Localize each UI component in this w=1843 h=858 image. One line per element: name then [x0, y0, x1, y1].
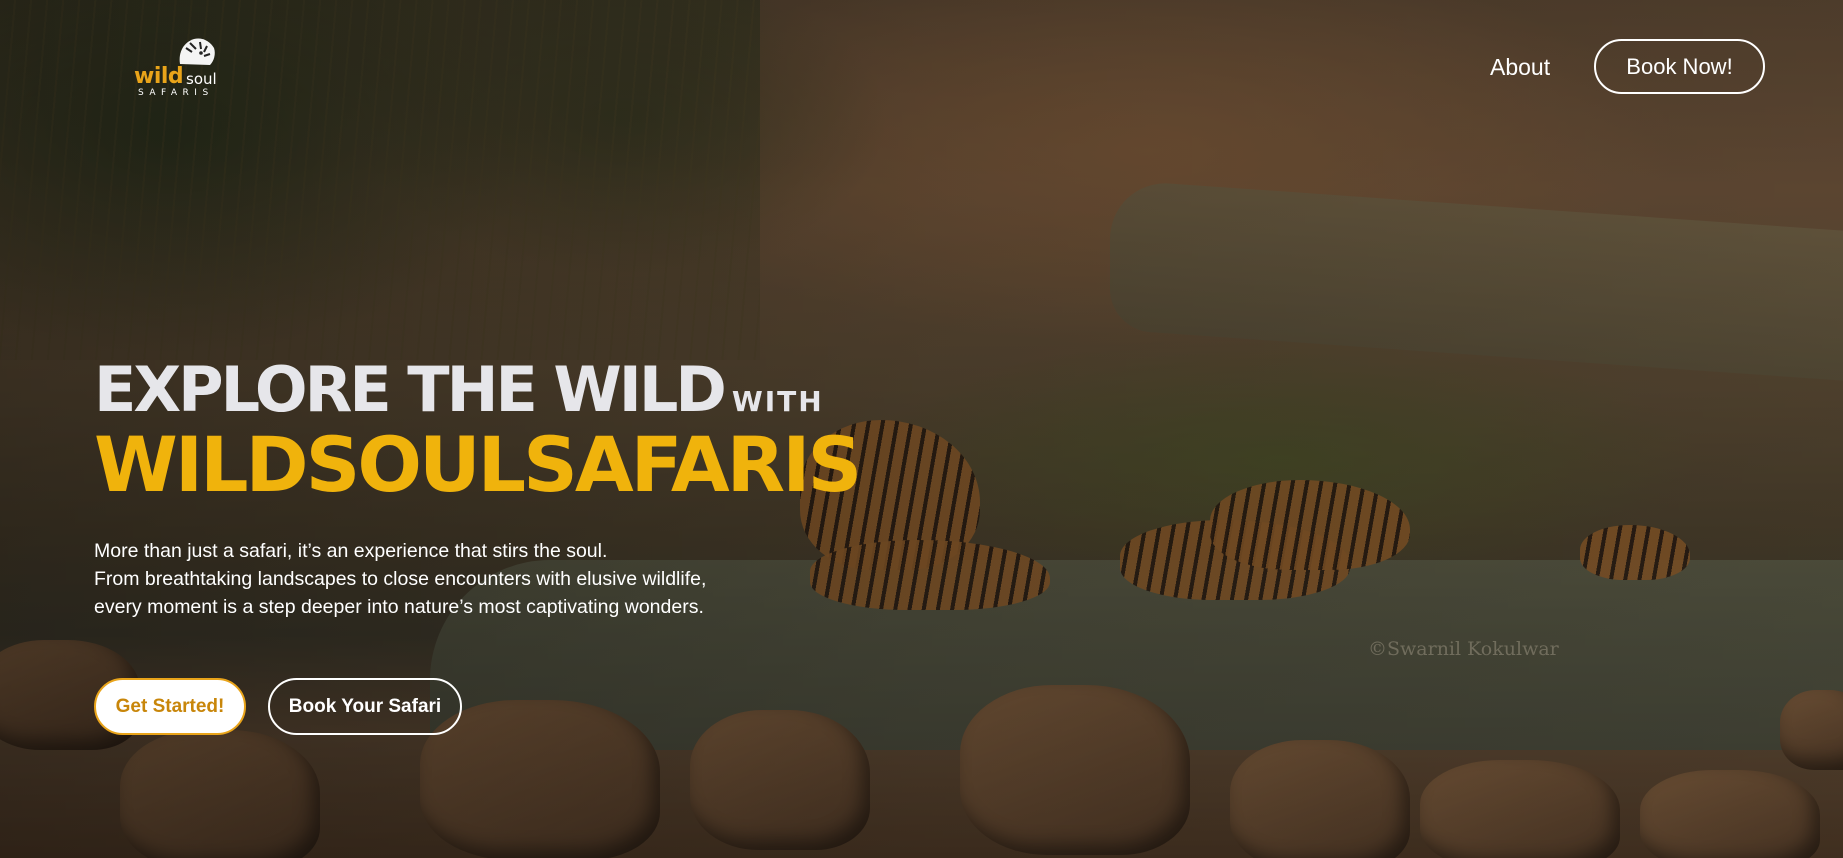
- book-your-safari-button[interactable]: Book Your Safari: [268, 678, 462, 735]
- hero-description: More than just a safari, it’s an experie…: [94, 537, 814, 621]
- nav-about-link[interactable]: About: [1490, 54, 1550, 81]
- book-now-button[interactable]: Book Now!: [1594, 39, 1765, 94]
- photo-credit: ©Swarnil Kokulwar: [1368, 638, 1559, 660]
- get-started-button[interactable]: Get Started!: [94, 678, 246, 735]
- site-logo[interactable]: wild soul SAFARIS: [134, 34, 230, 98]
- description-line: From breathtaking landscapes to close en…: [94, 568, 707, 590]
- headline-with-text: WITH: [731, 385, 824, 418]
- hero-section: ©Swarnil Kokulwar wild soul SAFARIS Abou…: [0, 0, 1843, 858]
- logo-text-soul: soul: [186, 70, 217, 88]
- logo-text-wild: wild: [134, 64, 184, 89]
- hero-brand-headline: WILDSOULSAFARIS: [94, 420, 862, 509]
- logo-text-safaris: SAFARIS: [138, 88, 214, 98]
- description-line: every moment is a step deeper into natur…: [94, 596, 704, 618]
- headline-main-text: EXPLORE THE WILD: [94, 353, 727, 426]
- description-line: More than just a safari, it’s an experie…: [94, 540, 608, 562]
